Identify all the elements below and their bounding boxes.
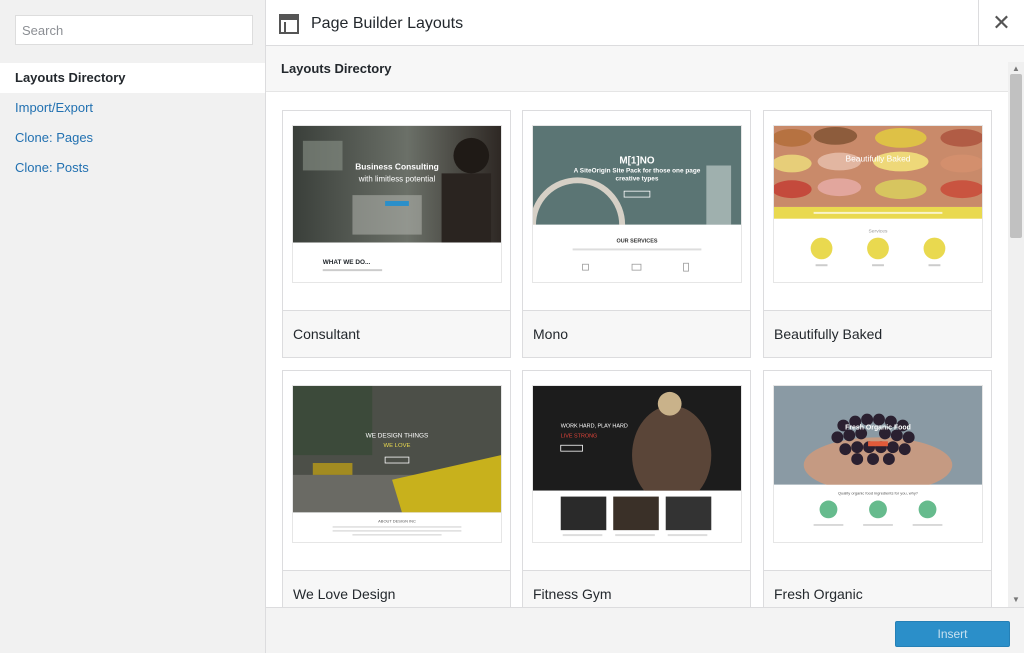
scroll-up-icon[interactable]: ▲ — [1008, 62, 1024, 74]
layout-card-consultant[interactable]: Business Consulting with limitless poten… — [282, 110, 511, 358]
thumb-hero-title: WE DESIGN THINGS — [366, 432, 429, 439]
page-title: Page Builder Layouts — [311, 15, 464, 32]
layout-card-label: Fitness Gym — [533, 586, 612, 602]
close-icon: ✕ — [992, 10, 1011, 35]
layout-card-beautifully-baked[interactable]: Beautifully Baked Services Beautifully B… — [763, 110, 992, 358]
search-input[interactable] — [15, 15, 253, 45]
thumb-section-heading: Quality organic food ingredients for you… — [838, 491, 919, 496]
thumb-hero-subtitle: LIVE STRONG — [561, 433, 598, 439]
thumb-hero-title: M[1]NO — [619, 156, 654, 167]
sidebar-item-clone-posts[interactable]: Clone: Posts — [0, 153, 265, 183]
scrollbar-thumb[interactable] — [1010, 74, 1022, 238]
layout-card-label: Beautifully Baked — [774, 326, 883, 342]
thumb-hero-subtitle: WE LOVE — [383, 443, 410, 449]
search-wrap — [0, 0, 265, 45]
layout-thumbnail: Fresh Organic Food Quality organic food … — [773, 385, 983, 543]
layout-thumb-frame: WORK HARD, PLAY HARD LIVE STRONG — [523, 371, 750, 571]
page-builder-modal: Layouts Directory Import/Export Clone: P… — [0, 0, 1024, 653]
scroll-down-icon[interactable]: ▼ — [1008, 593, 1024, 605]
insert-button[interactable]: Insert — [895, 621, 1010, 647]
layout-card-we-love-design[interactable]: WE DESIGN THINGS WE LOVE ABOUT DESIGN IN… — [282, 370, 511, 607]
sidebar-item-layouts-directory[interactable]: Layouts Directory — [0, 63, 265, 93]
layout-thumb-frame: Fresh Organic Food Quality organic food … — [764, 371, 991, 571]
close-button[interactable]: ✕ — [978, 0, 1024, 46]
sidebar-nav: Layouts Directory Import/Export Clone: P… — [0, 63, 265, 183]
section-title: Layouts Directory — [281, 61, 392, 76]
sidebar-item-import-export[interactable]: Import/Export — [0, 93, 265, 123]
layout-thumbnail: WORK HARD, PLAY HARD LIVE STRONG — [532, 385, 742, 543]
layout-card-label: Mono — [533, 326, 569, 342]
modal-footer: Insert — [266, 607, 1024, 653]
layout-thumb-frame: WE DESIGN THINGS WE LOVE ABOUT DESIGN IN… — [283, 371, 510, 571]
layout-card-label: We Love Design — [293, 586, 396, 602]
layouts-grid: Business Consulting with limitless poten… — [266, 92, 1008, 607]
layout-card-label: Fresh Organic — [774, 586, 863, 602]
thumb-section-heading: WHAT WE DO... — [323, 259, 371, 266]
thumb-hero-subtitle: A SiteOrigin Site Pack for those one pag… — [573, 167, 701, 183]
sidebar-item-clone-pages[interactable]: Clone: Pages — [0, 123, 265, 153]
sidebar: Layouts Directory Import/Export Clone: P… — [0, 0, 266, 653]
layout-thumb-frame: Business Consulting with limitless poten… — [283, 111, 510, 311]
modal-titlebar: Page Builder Layouts ✕ — [266, 0, 1024, 46]
thumb-section-heading: Services — [869, 229, 888, 235]
layout-card-mono[interactable]: M[1]NO A SiteOrigin Site Pack for those … — [522, 110, 751, 358]
layout-card-fresh-organic[interactable]: Fresh Organic Food Quality organic food … — [763, 370, 992, 607]
content-header: Layouts Directory — [266, 46, 1024, 92]
thumb-section-heading: ABOUT DESIGN INC — [378, 518, 416, 523]
thumb-section-heading: OUR SERVICES — [617, 239, 658, 245]
layout-card-fitness-gym[interactable]: WORK HARD, PLAY HARD LIVE STRONG Fitness… — [522, 370, 751, 607]
layout-thumbnail: M[1]NO A SiteOrigin Site Pack for those … — [532, 125, 742, 283]
layout-thumbnail: Beautifully Baked Services — [773, 125, 983, 283]
layout-thumbnail: Business Consulting with limitless poten… — [292, 125, 502, 283]
layout-card-label: Consultant — [293, 326, 360, 342]
thumb-hero-title: Beautifully Baked — [846, 154, 911, 164]
layout-thumb-frame: Beautifully Baked Services — [764, 111, 991, 311]
thumb-hero-title: WORK HARD, PLAY HARD — [561, 423, 628, 429]
layout-thumbnail: WE DESIGN THINGS WE LOVE ABOUT DESIGN IN… — [292, 385, 502, 543]
thumb-hero-title: Business Consulting — [355, 161, 439, 171]
thumb-hero-title: Fresh Organic Food — [845, 424, 911, 431]
layout-thumb-frame: M[1]NO A SiteOrigin Site Pack for those … — [523, 111, 750, 311]
thumb-hero-subtitle: with limitless potential — [358, 174, 436, 183]
layout-icon — [279, 14, 299, 34]
